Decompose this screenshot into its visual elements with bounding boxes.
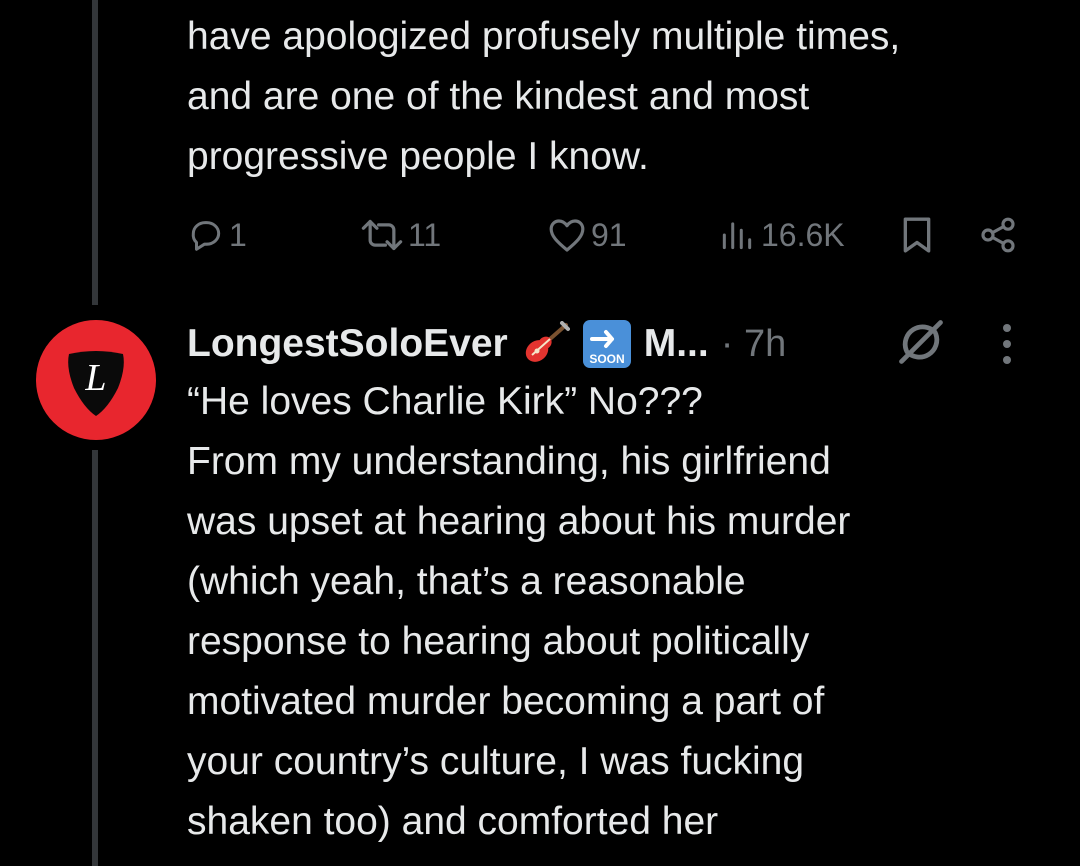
reply-icon — [191, 221, 221, 251]
reply-text-line: “He loves Charlie Kirk” No??? — [187, 380, 703, 423]
reply-text: “He loves Charlie Kirk” No??? From my un… — [187, 372, 1067, 852]
thread-line — [92, 450, 98, 866]
reply-button[interactable]: 1 — [187, 205, 247, 265]
guitar-emoji — [520, 321, 570, 367]
avatar-letter: L — [84, 357, 106, 399]
display-name[interactable]: LongestSoloEver — [187, 322, 508, 366]
reply-text-line: was upset at hearing about his murder — [187, 500, 851, 543]
reply-text-line: response to hearing about politically — [187, 620, 810, 663]
soon-arrow-emoji: SOON — [582, 319, 632, 369]
soon-emoji-label: SOON — [589, 352, 624, 366]
post-text: have apologized profusely multiple times… — [187, 7, 1067, 187]
views-button[interactable]: 16.6K — [717, 205, 845, 265]
share-button[interactable] — [977, 205, 1019, 265]
post-text-line: have apologized profusely multiple times… — [187, 15, 901, 58]
thread-line — [92, 0, 98, 305]
heart-icon — [549, 219, 585, 252]
avatar[interactable]: L — [36, 320, 156, 440]
post-text-line: progressive people I know. — [187, 135, 649, 178]
reply-text-line: your country’s culture, I was fucking — [187, 740, 805, 783]
repost-button[interactable]: 11 — [360, 205, 441, 265]
more-options-button[interactable] — [997, 320, 1017, 373]
reply-text-line: motivated murder becoming a part of — [187, 680, 825, 723]
views-chart-icon — [722, 222, 752, 250]
timestamp[interactable]: · 7h — [721, 323, 786, 366]
repost-count: 11 — [408, 216, 442, 253]
reply-text-line: (which yeah, that’s a reasonable — [187, 560, 746, 603]
grok-icon — [899, 320, 943, 364]
reply-text-line: From my understanding, his girlfriend — [187, 440, 831, 483]
like-count: 91 — [591, 216, 627, 253]
bookmark-button[interactable] — [899, 205, 935, 265]
share-icon — [981, 217, 1015, 253]
bookmark-icon — [903, 217, 931, 253]
display-name-truncated[interactable]: M... — [644, 322, 709, 366]
post-action-bar: 1 11 91 16.6K — [187, 205, 1027, 265]
views-count: 16.6K — [761, 216, 845, 253]
reply-text-line: shaken too) and comforted her — [187, 800, 719, 843]
repost-icon — [361, 219, 403, 251]
like-button[interactable]: 91 — [547, 205, 627, 265]
post-text-line: and are one of the kindest and most — [187, 75, 810, 118]
reply-header: LongestSoloEver SOON M... · 7h — [187, 314, 1047, 374]
more-vertical-icon — [1003, 324, 1011, 364]
reply-count: 1 — [229, 216, 247, 253]
grok-button[interactable] — [895, 316, 947, 373]
guitar-pick-logo-icon: L — [68, 351, 124, 416]
